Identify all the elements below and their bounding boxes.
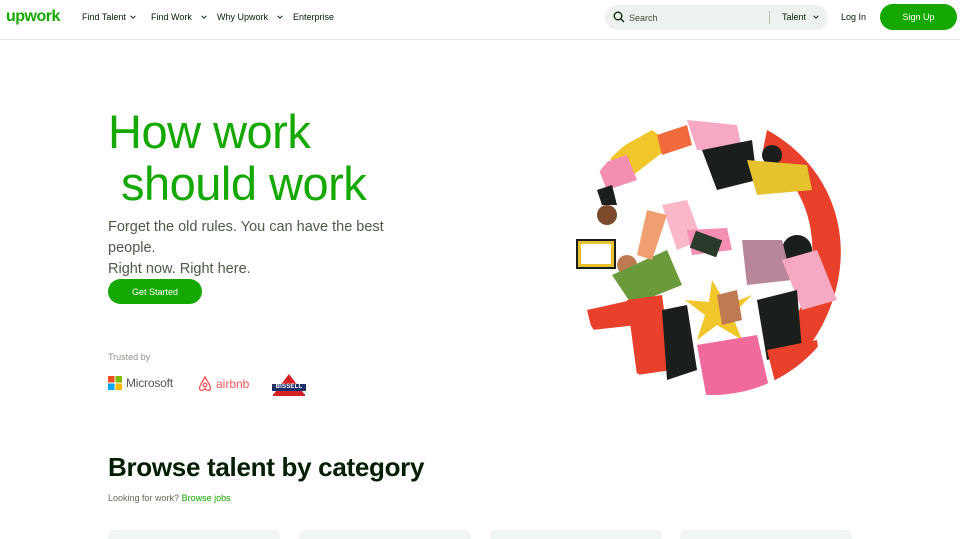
nav-find-talent-label: Find Talent [82,12,126,22]
category-card[interactable] [490,530,662,539]
category-card[interactable] [299,530,471,539]
category-section-subtitle: Looking for work? Browse jobs [108,493,231,503]
upwork-logo[interactable]: upwork [6,8,60,26]
category-card[interactable] [108,530,280,539]
nav-why-upwork[interactable]: Why Upwork [217,12,284,22]
top-navbar: upwork Find Talent Find Work Why Upwork … [0,0,960,40]
nav-find-talent[interactable]: Find Talent [82,12,137,22]
get-started-button[interactable]: Get Started [108,279,202,304]
chevron-down-icon [201,15,207,19]
nav-why-upwork-label: Why Upwork [217,12,269,22]
looking-for-work-text: Looking for work? [108,493,180,503]
trusted-by-label: Trusted by [108,352,151,362]
chevron-down-icon [277,15,283,19]
login-link[interactable]: Log In [841,12,866,22]
airbnb-logo: airbnb [198,376,249,392]
signup-button[interactable]: Sign Up [880,4,957,30]
hero-title: How work should work [108,105,367,210]
bissell-logo: BISSELL [270,372,308,398]
category-section-title: Browse talent by category [108,452,425,482]
hero-subtitle: Forget the old rules. You can have the b… [108,217,428,280]
microsoft-wordmark: Microsoft [126,376,173,390]
chevron-down-icon [130,15,136,19]
airbnb-belo-icon [198,376,212,392]
search-scope-label: Talent [782,12,807,22]
hero-title-line1: How work [108,105,311,158]
hero-title-line2: should work [121,157,367,210]
nav-enterprise-label: Enterprise [293,12,335,22]
hero-subtitle-line1: Forget the old rules. You can have the b… [108,219,384,256]
category-card[interactable] [680,530,852,539]
search-icon[interactable] [613,11,625,23]
hero-illustration [572,115,852,395]
nav-enterprise[interactable]: Enterprise [293,12,334,22]
nav-find-work-label: Find Work [151,12,192,22]
airbnb-wordmark: airbnb [216,377,250,391]
hero-subtitle-line2: Right now. Right here. [108,261,251,277]
search-input[interactable] [629,9,764,26]
search-divider [769,11,770,24]
search-scope-dropdown[interactable]: Talent [782,12,820,22]
browse-jobs-link[interactable]: Browse jobs [182,493,231,503]
microsoft-logo: Microsoft [108,376,173,390]
nav-find-work[interactable]: Find Work [151,12,208,22]
microsoft-windows-icon [108,376,122,390]
chevron-down-icon [813,15,819,19]
bissell-wordmark: BISSELL [275,384,303,390]
search-bar: Talent [605,5,828,30]
